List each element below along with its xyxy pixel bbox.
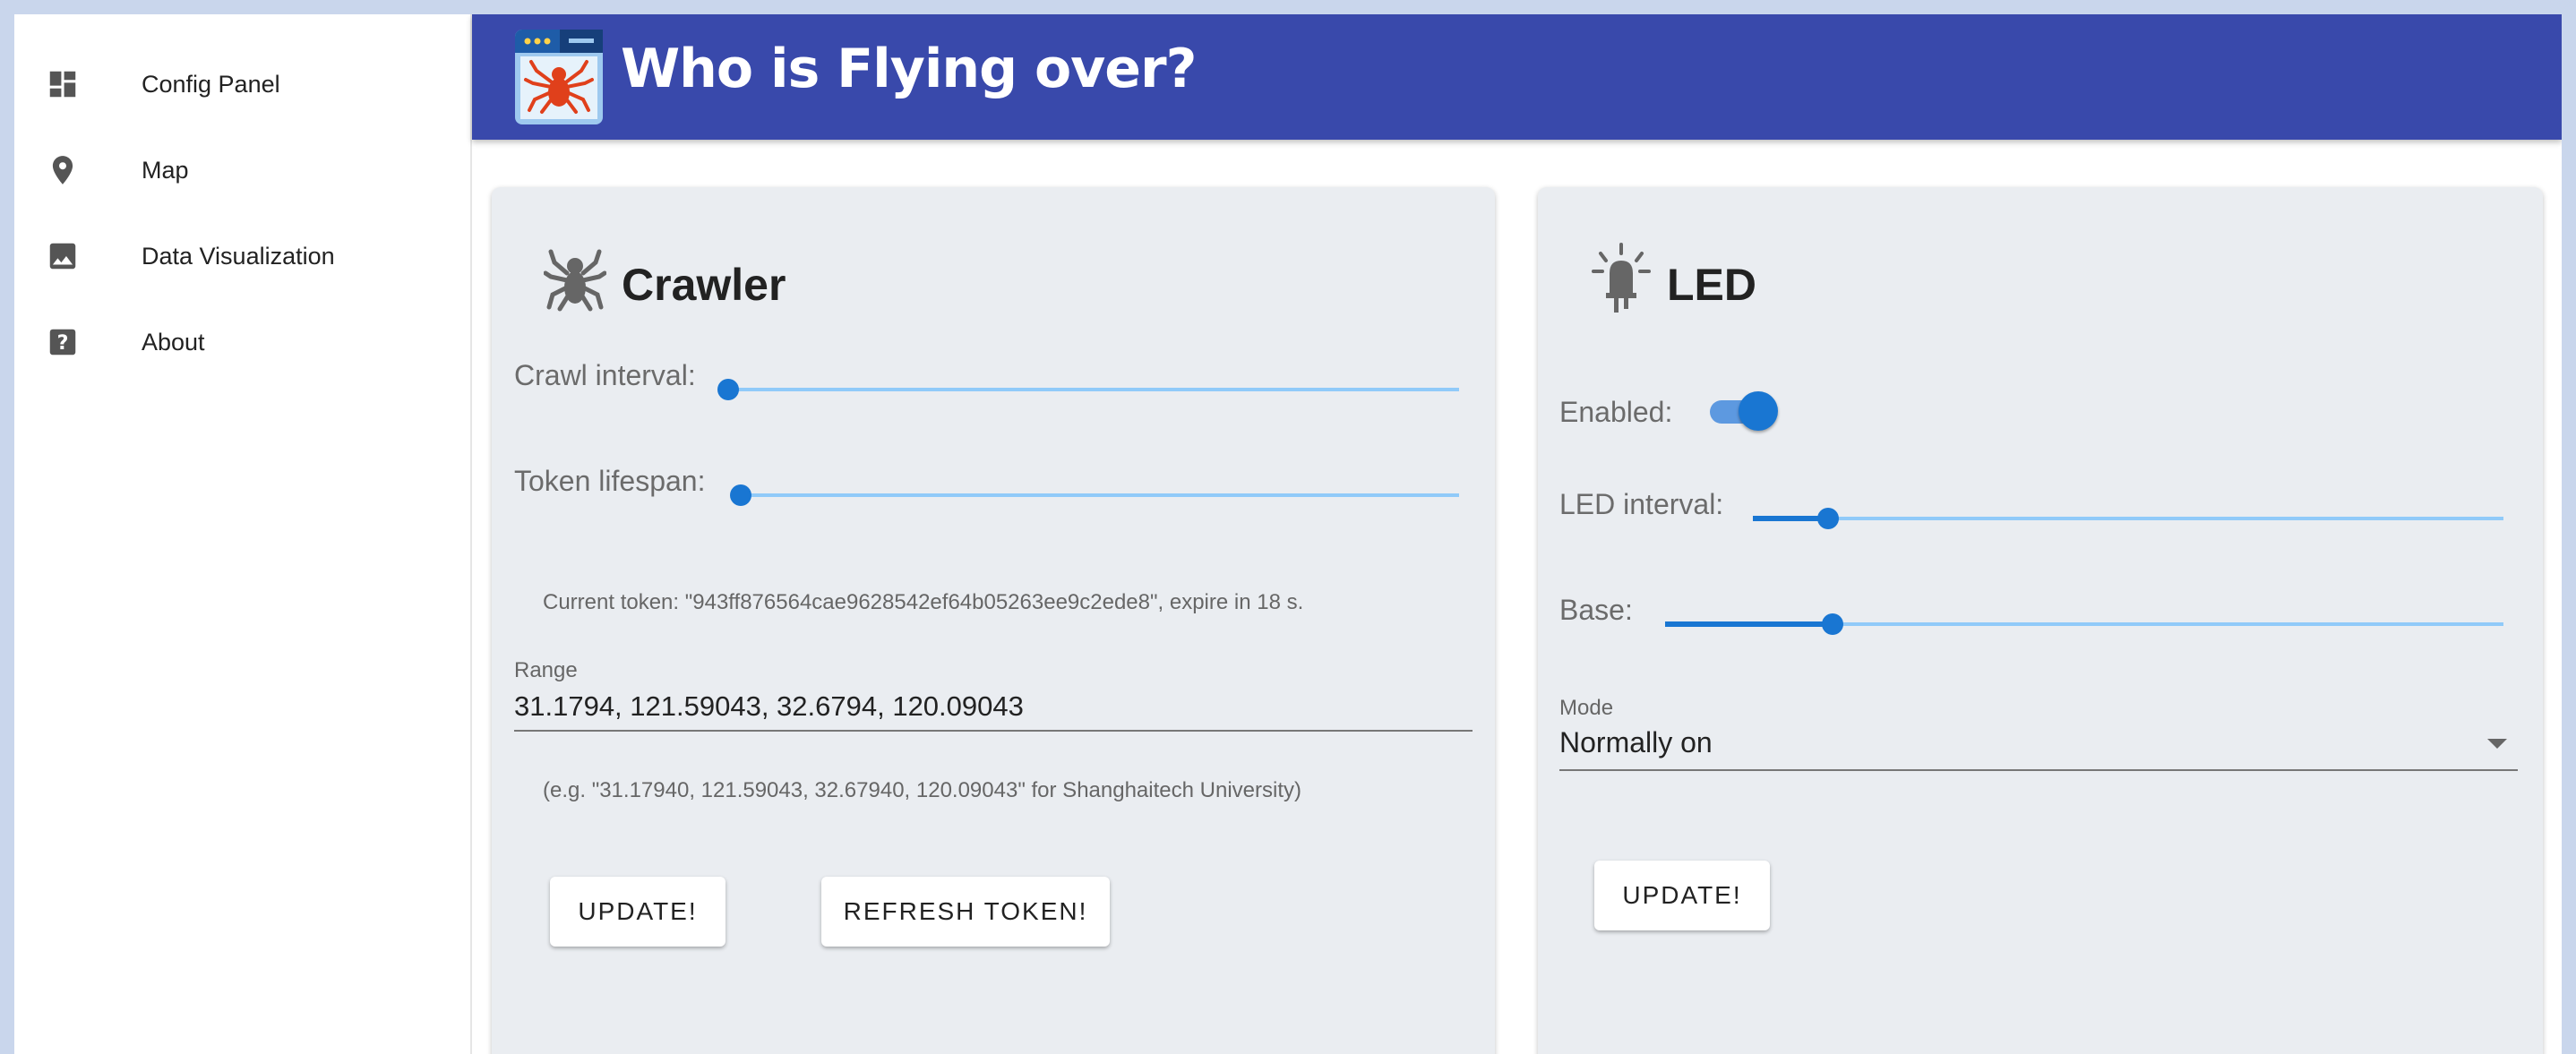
map-pin-icon bbox=[45, 152, 81, 188]
led-enabled-label: Enabled: bbox=[1559, 396, 1673, 428]
token-lifespan-label: Token lifespan: bbox=[514, 465, 706, 497]
app-title: Who is Flying over? bbox=[621, 38, 1197, 100]
range-field-label: Range bbox=[514, 658, 578, 682]
slider-track bbox=[741, 493, 1459, 497]
sidebar-item-label: Data Visualization bbox=[142, 242, 335, 270]
toggle-thumb[interactable] bbox=[1739, 391, 1778, 431]
sidebar-item-label: Map bbox=[142, 156, 189, 184]
app-window: Config Panel Map Data Visualization ? Ab… bbox=[14, 14, 2562, 1054]
refresh-token-button[interactable]: REFRESH TOKEN! bbox=[821, 877, 1110, 947]
slider-thumb[interactable] bbox=[730, 484, 751, 506]
sidebar: Config Panel Map Data Visualization ? Ab… bbox=[14, 14, 472, 1054]
slider-track bbox=[728, 388, 1459, 391]
dashboard-icon bbox=[45, 66, 81, 102]
main-content: Who is Flying over? Crawler Crawl interv… bbox=[472, 14, 2562, 1054]
slider-thumb[interactable] bbox=[1822, 613, 1843, 635]
crawl-interval-label: Crawl interval: bbox=[514, 359, 696, 391]
led-update-button[interactable]: UPDATE! bbox=[1594, 861, 1770, 930]
help-icon: ? bbox=[45, 324, 81, 360]
slider-fill bbox=[1665, 621, 1833, 627]
range-input[interactable] bbox=[514, 683, 1473, 732]
sidebar-item-data-visualization[interactable]: Data Visualization bbox=[14, 213, 470, 299]
led-interval-slider[interactable] bbox=[1753, 505, 2503, 532]
sidebar-item-config-panel[interactable]: Config Panel bbox=[14, 41, 470, 127]
base-label: Base: bbox=[1559, 594, 1633, 626]
slider-track bbox=[1753, 517, 2503, 520]
svg-text:?: ? bbox=[57, 331, 69, 355]
led-title: LED bbox=[1667, 260, 1756, 310]
image-icon bbox=[45, 238, 81, 274]
slider-thumb[interactable] bbox=[717, 379, 739, 400]
spider-logo-icon bbox=[515, 30, 603, 124]
sidebar-item-map[interactable]: Map bbox=[14, 127, 470, 213]
range-helper-text: (e.g. "31.17940, 121.59043, 32.67940, 12… bbox=[543, 778, 1301, 802]
crawler-title: Crawler bbox=[622, 260, 786, 310]
sidebar-item-label: Config Panel bbox=[142, 70, 280, 98]
led-interval-label: LED interval: bbox=[1559, 488, 1724, 520]
led-card: LED Enabled: LED interval: Base: Mode No… bbox=[1538, 187, 2543, 1054]
crawler-card: Crawler Crawl interval: Token lifespan: … bbox=[492, 187, 1495, 1054]
slider-thumb[interactable] bbox=[1817, 508, 1839, 529]
spider-icon bbox=[543, 246, 607, 314]
crawl-interval-slider[interactable] bbox=[717, 376, 1459, 403]
app-bar: Who is Flying over? bbox=[472, 14, 2562, 140]
led-bulb-icon bbox=[1590, 243, 1653, 313]
mode-select[interactable]: Normally on bbox=[1559, 719, 2518, 771]
sidebar-item-about[interactable]: ? About bbox=[14, 299, 470, 385]
mode-select-value: Normally on bbox=[1559, 726, 1713, 758]
chevron-down-icon bbox=[2487, 739, 2507, 749]
sidebar-item-label: About bbox=[142, 328, 205, 356]
current-token-text: Current token: "943ff876564cae9628542ef6… bbox=[543, 590, 1304, 614]
crawler-update-button[interactable]: UPDATE! bbox=[550, 877, 726, 947]
token-lifespan-slider[interactable] bbox=[730, 482, 1459, 509]
mode-field-label: Mode bbox=[1559, 696, 1614, 720]
base-slider[interactable] bbox=[1665, 611, 2503, 638]
led-enabled-toggle[interactable] bbox=[1706, 388, 1780, 434]
